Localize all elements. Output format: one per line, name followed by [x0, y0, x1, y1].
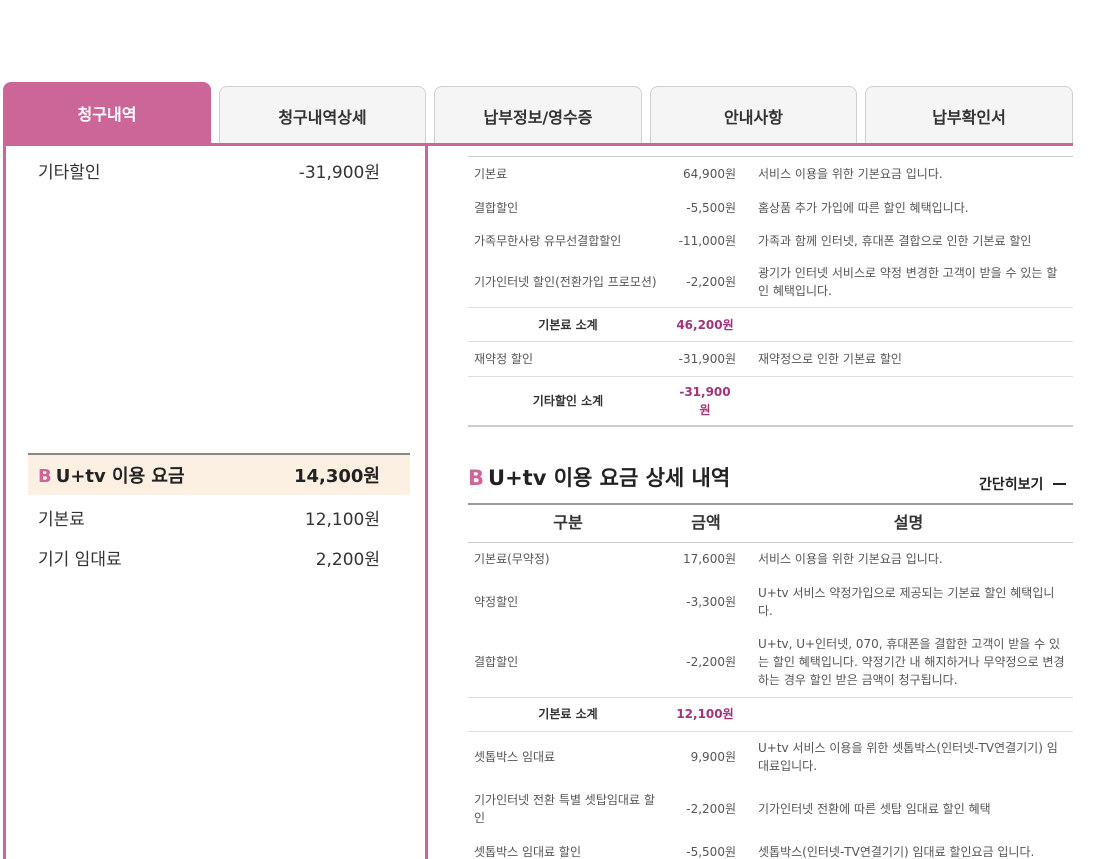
subtotal-amount: 12,100원 — [668, 696, 744, 732]
tab-notice[interactable]: 안내사항 — [650, 86, 857, 144]
row-name: 재약정 할인 — [474, 352, 534, 366]
subtotal-label: 기본료 소계 — [468, 696, 668, 732]
row-name: 기가인터넷 전환 특별 셋탑임대료 할인 — [474, 793, 655, 825]
row-amount: -2,200원 — [686, 802, 736, 816]
subtotal-label: 기타할인 소계 — [468, 376, 668, 427]
utv-device-rental-row: 기기 임대료 2,200원 — [28, 537, 410, 577]
row-name: 셋톱박스 임대료 할인 — [474, 845, 581, 859]
row-amount: -2,200원 — [686, 275, 736, 290]
bill-summary-pane: 기타할인 -31,900원 B U+tv 이용 요금 14,300원 기본료 12… — [3, 146, 425, 859]
row-desc: 셋톱박스(인터넷-TV연결기기) 임대료 할인요금 입니다. — [758, 845, 1035, 859]
row-desc: 홈상품 추가 가입에 따른 할인 혜택입니다. — [758, 200, 969, 215]
table-row: 셋톱박스 임대료 9,900원 U+tv 서비스 이용을 위한 셋톱박스(인터넷… — [468, 731, 1073, 783]
row-desc: U+tv 서비스 이용을 위한 셋톱박스(인터넷-TV연결기기) 임대료입니다. — [758, 741, 1058, 774]
row-desc: U+tv, U+인터넷, 070, 휴대폰을 결합한 고객이 받을 수 있는 할… — [758, 636, 1065, 687]
subtotal-row: 기타할인 소계 -31,900원 — [468, 376, 1073, 427]
row-name: 기본료(무약정) — [474, 552, 550, 567]
row-desc: 가족과 함께 인터넷, 휴대폰 결합으로 인한 기본료 할인 — [758, 234, 1032, 248]
table-header: 구분 금액 설명 — [468, 504, 1073, 543]
row-desc: 기가인터넷 전환에 따른 셋탑 임대료 할인 혜택 — [758, 802, 991, 816]
section-marker: B — [468, 466, 485, 490]
utv-basic-fee-amount: 12,100원 — [304, 509, 380, 530]
utv-device-rental-label: 기기 임대료 — [38, 549, 122, 570]
row-amount: -3,300원 — [686, 594, 736, 609]
table-row: 결합할인 -2,200원 U+tv, U+인터넷, 070, 휴대폰을 결합한 … — [468, 627, 1073, 697]
table-row: 결합할인 -5,500원 홈상품 추가 가입에 따른 할인 혜택입니다. — [468, 191, 1073, 225]
tab-billing-detail[interactable]: 청구내역상세 — [219, 86, 426, 144]
collapse-toggle-button[interactable]: 간단히보기 — [979, 474, 1067, 494]
row-name: 결합할인 — [474, 200, 519, 215]
other-discount-label: 기타할인 — [38, 162, 101, 183]
header-category: 구분 — [468, 504, 668, 543]
pane-divider — [425, 146, 428, 859]
minus-icon — [1053, 483, 1067, 485]
row-desc: 서비스 이용을 위한 기본요금 입니다. — [758, 552, 943, 567]
internet-detail-table: 기본료 64,900원 서비스 이용을 위한 기본요금 입니다. 결합할인 -5… — [468, 156, 1073, 427]
tab-billing[interactable]: 청구내역 — [3, 82, 211, 144]
utv-basic-fee-row: 기본료 12,100원 — [28, 497, 410, 537]
table-row: 기본료(무약정) 17,600원 서비스 이용을 위한 기본요금 입니다. — [468, 542, 1073, 576]
table-row: 셋톱박스 임대료 할인 -5,500원 셋톱박스(인터넷-TV연결기기) 임대료… — [468, 835, 1073, 859]
utv-detail-title-text: U+tv 이용 요금 상세 내역 — [488, 466, 731, 490]
subtotal-amount: -31,900원 — [668, 376, 744, 427]
table-row: 가족무한사랑 유무선결합할인 -11,000원 가족과 함께 인터넷, 휴대폰 … — [468, 225, 1073, 258]
subtotal-amount: 46,200원 — [668, 307, 744, 342]
row-name: 결합할인 — [474, 654, 519, 669]
utv-summary-title: U+tv 이용 요금 — [55, 466, 185, 487]
row-name: 기본료 — [474, 166, 508, 181]
row-desc: 서비스 이용을 위한 기본요금 입니다. — [758, 166, 943, 181]
utv-summary-amount: 14,300원 — [293, 466, 380, 487]
row-amount: -2,200원 — [686, 654, 736, 669]
table-row: 기가인터넷 할인(전환가입 프로모션) -2,200원 광기가 인터넷 서비스로… — [468, 258, 1073, 308]
header-amount: 금액 — [668, 504, 744, 543]
row-amount: -31,900원 — [678, 352, 736, 366]
tab-payment-receipt[interactable]: 납부정보/영수증 — [434, 86, 642, 144]
section-marker: B — [38, 466, 52, 487]
row-amount: 17,600원 — [682, 552, 736, 567]
row-name: 기가인터넷 할인(전환가입 프로모션) — [474, 275, 657, 290]
utv-detail-table: 구분 금액 설명 기본료(무약정) 17,600원 서비스 이용을 위한 기본요… — [468, 503, 1073, 859]
tab-bar: 청구내역 청구내역상세 납부정보/영수증 안내사항 납부확인서 — [3, 82, 1073, 146]
collapse-toggle-label: 간단히보기 — [979, 477, 1044, 493]
row-name: 약정할인 — [474, 594, 519, 609]
row-amount: 64,900원 — [682, 166, 736, 181]
row-amount: -11,000원 — [678, 234, 736, 248]
tab-payment-certificate[interactable]: 납부확인서 — [865, 86, 1073, 144]
subtotal-row: 기본료 소계 12,100원 — [468, 696, 1073, 732]
row-amount: 9,900원 — [690, 750, 736, 765]
table-row: 재약정 할인 -31,900원 재약정으로 인한 기본료 할인 — [468, 342, 1073, 377]
row-name: 셋톱박스 임대료 — [474, 750, 556, 765]
table-row: 기가인터넷 전환 특별 셋탑임대료 할인 -2,200원 기가인터넷 전환에 따… — [468, 783, 1073, 835]
subtotal-label: 기본료 소계 — [468, 307, 668, 342]
table-row: 기본료 64,900원 서비스 이용을 위한 기본요금 입니다. — [468, 157, 1073, 191]
row-desc: 재약정으로 인한 기본료 할인 — [758, 352, 902, 366]
row-desc: U+tv 서비스 약정가입으로 제공되는 기본료 할인 혜택입니다. — [758, 585, 1055, 618]
row-name: 가족무한사랑 유무선결합할인 — [474, 234, 622, 248]
other-discount-row: 기타할인 -31,900원 — [28, 150, 410, 190]
utv-basic-fee-label: 기본료 — [38, 509, 85, 530]
row-amount: -5,500원 — [686, 200, 736, 215]
utv-summary-header[interactable]: B U+tv 이용 요금 14,300원 — [28, 453, 410, 495]
utv-device-rental-amount: 2,200원 — [315, 549, 380, 570]
subtotal-row: 기본료 소계 46,200원 — [468, 307, 1073, 342]
other-discount-amount: -31,900원 — [298, 162, 380, 183]
table-row: 약정할인 -3,300원 U+tv 서비스 약정가입으로 제공되는 기본료 할인… — [468, 576, 1073, 627]
header-description: 설명 — [744, 504, 1073, 543]
row-desc: 광기가 인터넷 서비스로 약정 변경한 고객이 받을 수 있는 할인 혜택입니다… — [758, 266, 1058, 299]
utv-detail-title: B U+tv 이용 요금 상세 내역 — [468, 462, 730, 492]
row-amount: -5,500원 — [686, 845, 736, 859]
